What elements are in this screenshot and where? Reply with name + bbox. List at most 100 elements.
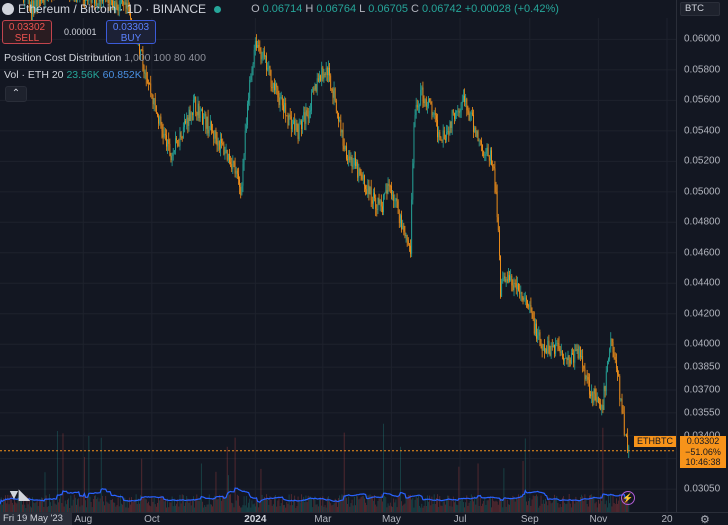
volume-bar: [35, 502, 37, 512]
candle-body: [367, 185, 369, 194]
symbol-title[interactable]: Ethereum / Bitcoin · 1D · BINANCE: [18, 2, 206, 16]
candle-body: [475, 127, 477, 137]
candle-body: [603, 386, 605, 410]
open-label: O: [251, 3, 260, 15]
volume-bar: [220, 497, 221, 512]
candle-body: [325, 68, 327, 76]
candle-body: [256, 41, 257, 48]
volume-bar: [403, 504, 405, 512]
sell-button[interactable]: 0.03302 SELL: [2, 20, 52, 44]
volume-bar: [612, 494, 614, 512]
candle-body: [438, 132, 440, 138]
candle-body: [202, 108, 203, 125]
candle-body: [448, 131, 450, 135]
candle-body: [369, 187, 371, 194]
volume-bar: [95, 495, 97, 512]
candle-body: [151, 93, 153, 95]
candle-body: [177, 140, 179, 146]
change-value: +0.00028 (+0.42%): [464, 3, 559, 15]
candle-body: [198, 103, 200, 119]
volume-bar: [475, 504, 477, 512]
volume-bar: [260, 468, 262, 512]
volume-bar: [492, 497, 494, 512]
volume-bar: [288, 494, 290, 512]
volume-bar: [181, 494, 183, 512]
candle-body: [146, 78, 148, 83]
tradingview-logo-icon[interactable]: ▼◣: [7, 486, 30, 503]
quote-currency-tag[interactable]: BTC: [680, 2, 720, 16]
volume-bar: [299, 502, 301, 512]
volume-bar: [495, 500, 497, 512]
volume-bar: [65, 504, 67, 512]
volume-bar: [385, 497, 387, 512]
volume-bar: [226, 446, 228, 512]
volume-bar: [543, 503, 545, 512]
volume-bar: [328, 496, 329, 512]
volume-bar: [541, 503, 543, 512]
volume-bar: [88, 435, 90, 512]
volume-bar: [222, 495, 224, 512]
candle-body: [547, 340, 549, 354]
candle-body: [316, 78, 318, 91]
volume-bar: [196, 494, 198, 512]
candle-body: [468, 112, 470, 121]
candle-body: [486, 147, 488, 152]
candle-body: [460, 103, 462, 112]
time-axis[interactable]: [0, 512, 728, 525]
volume-bar: [378, 498, 380, 512]
volume-bar: [306, 502, 308, 512]
volume-bar: [13, 504, 14, 512]
volume-bar: [356, 495, 357, 512]
volume-bar: [572, 499, 573, 512]
volume-bar: [484, 497, 486, 512]
volume-bar: [182, 495, 184, 512]
candle-body: [551, 346, 553, 348]
volume-bar: [569, 503, 571, 512]
price-tick-label: 0.05600: [684, 94, 721, 106]
candle-body: [485, 151, 487, 154]
candle-body: [223, 144, 225, 155]
candle-body: [217, 141, 219, 146]
volume-bar: [248, 502, 249, 512]
candle-body: [262, 51, 264, 59]
candle-body: [254, 41, 256, 50]
volume-bar: [190, 505, 192, 512]
volume-bar: [56, 430, 58, 512]
volume-bar: [100, 437, 102, 512]
pcd-indicator-legend[interactable]: Position Cost Distribution 1,000 100 80 …: [4, 52, 206, 64]
candle-body: [321, 67, 323, 81]
candle-body: [208, 129, 210, 134]
candle-body: [595, 393, 597, 403]
volume-bar: [511, 499, 513, 512]
volume-bar: [27, 504, 29, 512]
volume-bar: [592, 496, 594, 512]
candle-body: [344, 146, 346, 150]
candle-body: [288, 115, 290, 126]
candle-body: [561, 351, 563, 358]
volume-bar: [262, 501, 264, 512]
candle-body: [153, 98, 155, 105]
candle-body: [252, 63, 254, 70]
volume-bar: [573, 500, 575, 512]
gear-icon[interactable]: ⚙: [700, 513, 710, 525]
low-value: 0.06705: [368, 3, 408, 15]
volume-bar: [442, 501, 444, 512]
volume-bar: [92, 499, 94, 512]
lightning-alert-icon[interactable]: ⚡: [621, 491, 635, 505]
collapse-legend-button[interactable]: ⌃: [5, 86, 27, 102]
volume-bar: [142, 498, 144, 512]
candle-body: [370, 187, 372, 201]
candle-body: [182, 127, 184, 138]
volume-bar: [529, 497, 531, 512]
candle-body: [343, 145, 345, 150]
volume-indicator-legend[interactable]: Vol · ETH 20 23.56K 60.852K: [4, 69, 142, 81]
candle-body: [236, 170, 238, 174]
volume-bar: [202, 501, 203, 512]
buy-button[interactable]: 0.03303 BUY: [106, 20, 156, 44]
candle-body: [504, 276, 506, 283]
volume-bar: [490, 497, 491, 512]
candle-body: [191, 112, 193, 115]
volume-bar: [200, 463, 202, 512]
volume-bar: [169, 502, 171, 512]
volume-bar: [496, 501, 498, 512]
